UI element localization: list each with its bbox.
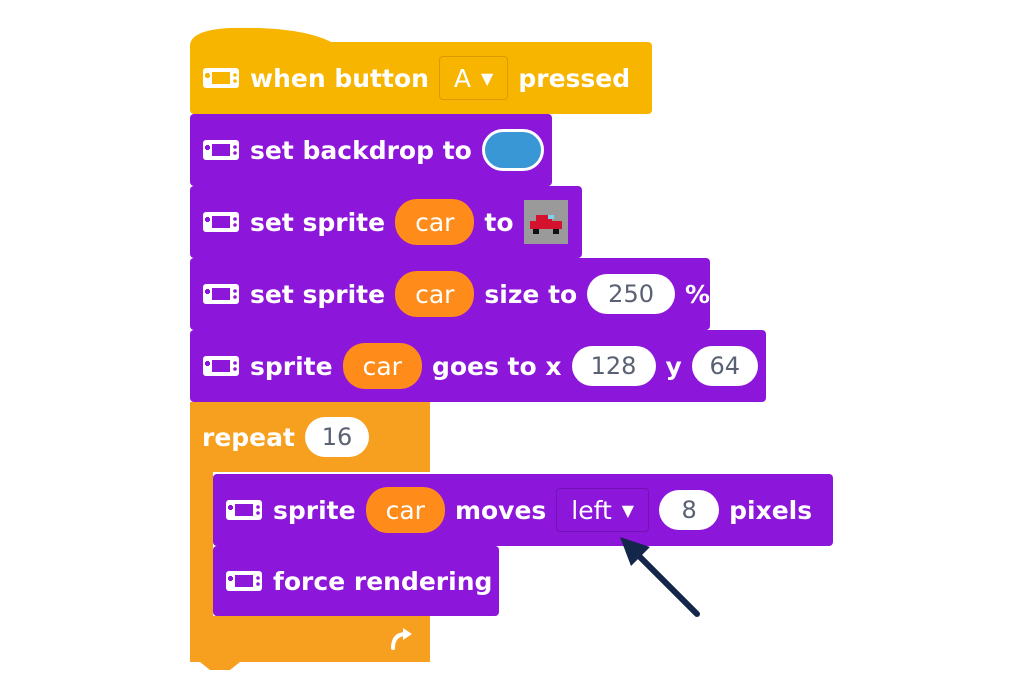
pointer-arrow-icon — [620, 537, 700, 617]
